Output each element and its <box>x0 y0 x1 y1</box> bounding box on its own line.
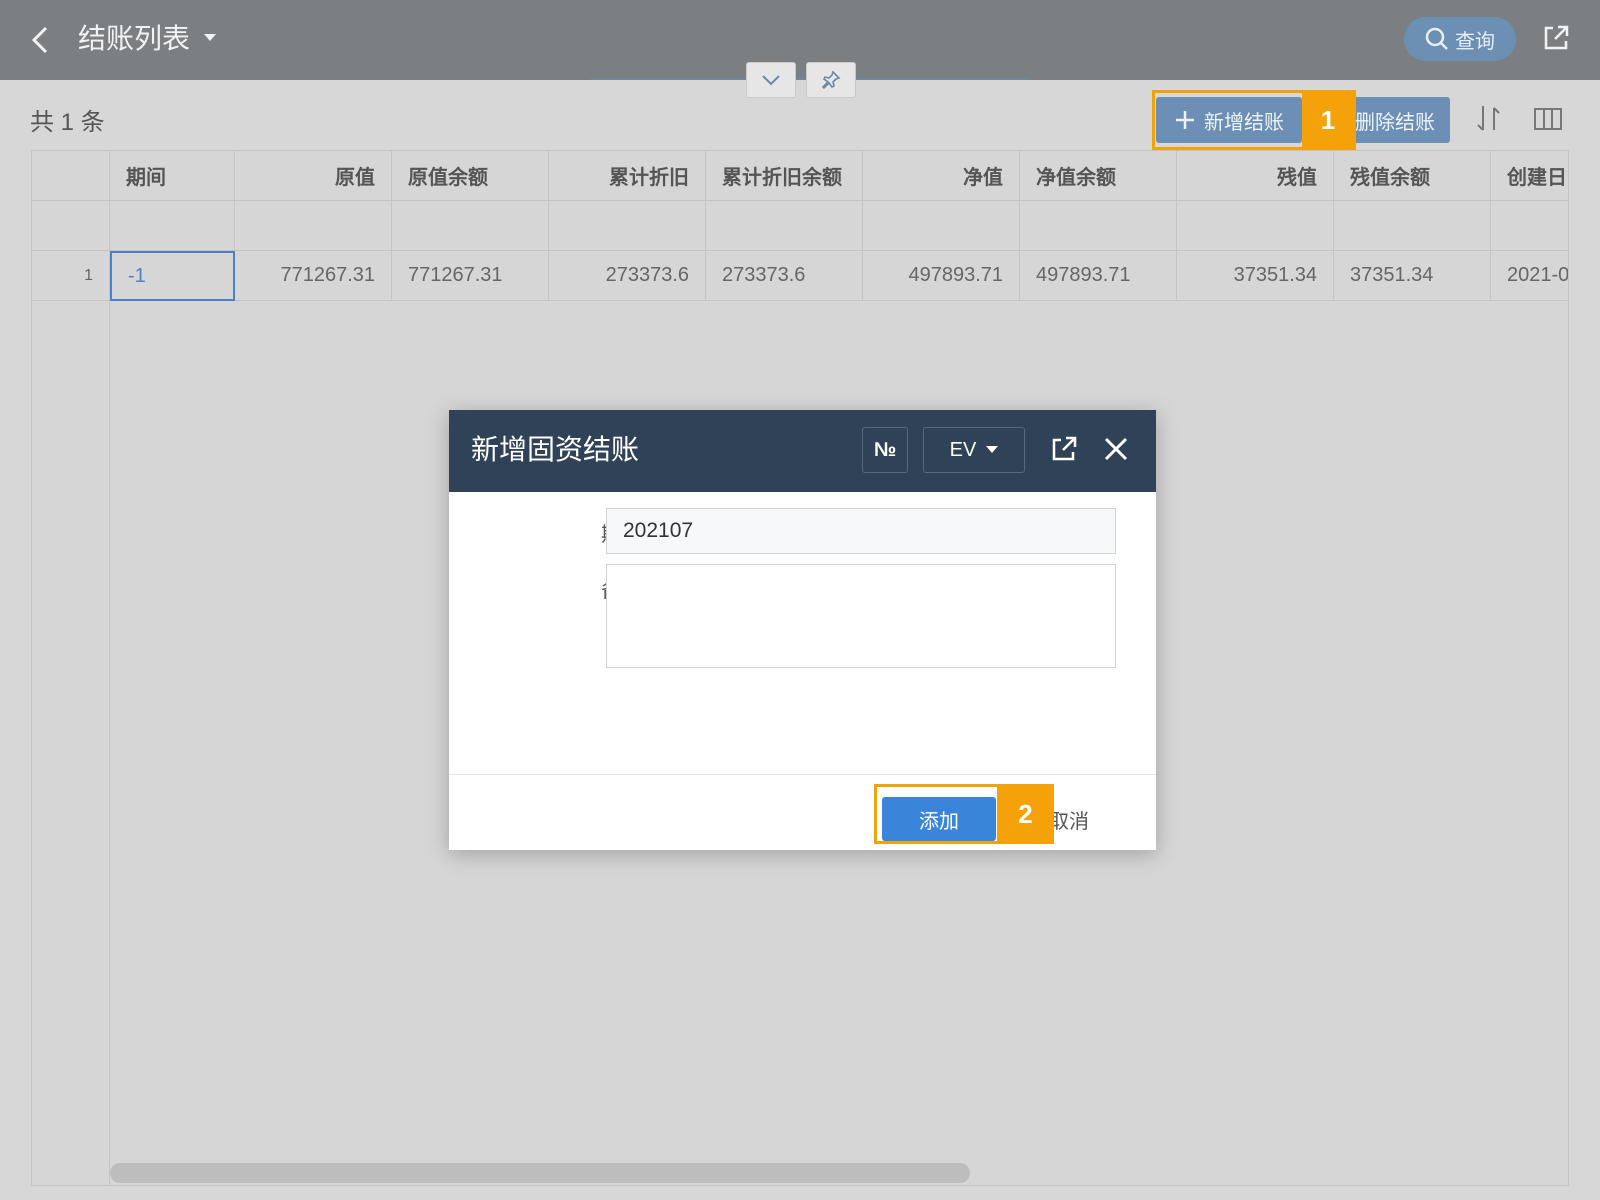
filter-cell[interactable] <box>1177 201 1334 251</box>
filter-cell[interactable] <box>863 201 1020 251</box>
table-header-row: 期间 原值 原值余额 累计折旧 累计折旧余额 净值 净值余额 残值 残值余额 创… <box>32 151 1568 201</box>
filter-row <box>32 201 1568 251</box>
delete-closing-button[interactable]: 删除结账 <box>1340 97 1450 143</box>
col-header[interactable]: 原值 <box>235 151 392 201</box>
columns-icon[interactable] <box>1532 104 1564 134</box>
filter-cell[interactable] <box>1020 201 1177 251</box>
col-header[interactable]: 原值余额 <box>392 151 549 201</box>
caret-down-icon <box>986 446 999 453</box>
table-cell[interactable]: 273373.6 <box>549 251 706 301</box>
filter-cell[interactable] <box>1334 201 1491 251</box>
pin-button[interactable] <box>806 62 856 98</box>
filter-cell[interactable] <box>110 201 235 251</box>
dialog-header: 新增固资结账 № EV <box>449 410 1156 492</box>
table-cell[interactable]: 2021-09 <box>1491 251 1568 301</box>
dialog-body: 期间 202107 备注 <box>449 492 1156 784</box>
filter-cell[interactable] <box>235 201 392 251</box>
col-header[interactable]: 期间 <box>110 151 235 201</box>
query-label: 查询 <box>1455 30 1495 53</box>
back-icon[interactable] <box>26 22 54 58</box>
filter-cell[interactable] <box>549 201 706 251</box>
col-header[interactable]: 创建日 <box>1491 151 1568 201</box>
pull-tabs <box>746 62 856 98</box>
horizontal-scrollbar[interactable] <box>110 1163 970 1183</box>
share-external-icon[interactable] <box>1540 22 1572 54</box>
table-cell[interactable]: 497893.71 <box>863 251 1020 301</box>
filter-cell[interactable] <box>392 201 549 251</box>
pin-icon <box>821 70 841 90</box>
page-title[interactable]: 结账列表 <box>78 20 190 58</box>
caret-down-icon[interactable] <box>204 34 216 41</box>
table-cell[interactable]: 273373.6 <box>706 251 863 301</box>
table-cell[interactable]: 37351.34 <box>1334 251 1491 301</box>
collapse-toggle-button[interactable] <box>746 62 796 98</box>
number-button[interactable]: № <box>862 427 908 473</box>
rownum-column <box>32 301 110 1185</box>
col-header[interactable]: 残值余额 <box>1334 151 1491 201</box>
table-row[interactable]: 1 -1 771267.31 771267.31 273373.6 273373… <box>32 251 1568 301</box>
row-number: 1 <box>32 251 110 301</box>
share-external-icon[interactable] <box>1049 434 1079 464</box>
search-icon <box>1425 27 1448 50</box>
cancel-button[interactable]: 取消 <box>1049 797 1089 841</box>
close-icon[interactable] <box>1102 435 1130 463</box>
filter-cell[interactable] <box>706 201 863 251</box>
filter-cell[interactable] <box>1491 201 1568 251</box>
table-cell[interactable]: 771267.31 <box>235 251 392 301</box>
remark-textarea[interactable] <box>606 564 1116 668</box>
ev-dropdown[interactable]: EV <box>923 427 1025 473</box>
ev-label: EV <box>949 438 977 461</box>
filter-cell <box>32 201 110 251</box>
table-cell[interactable]: -1 <box>110 251 235 301</box>
col-header[interactable]: 累计折旧 <box>549 151 706 201</box>
table-cell[interactable]: 37351.34 <box>1177 251 1334 301</box>
col-header[interactable]: 净值 <box>863 151 1020 201</box>
col-header[interactable]: 净值余额 <box>1020 151 1177 201</box>
record-count: 共 1 条 <box>30 109 105 136</box>
table-cell[interactable]: 497893.71 <box>1020 251 1177 301</box>
highlight-badge-2: 2 <box>997 784 1054 844</box>
query-button[interactable]: 查询 <box>1404 17 1516 61</box>
delete-closing-label: 删除结账 <box>1355 111 1435 134</box>
highlight-badge-1: 1 <box>1302 90 1354 150</box>
table-cell[interactable]: 771267.31 <box>392 251 549 301</box>
col-header[interactable]: 累计折旧余额 <box>706 151 863 201</box>
period-field[interactable]: 202107 <box>606 508 1116 554</box>
col-header[interactable]: 残值 <box>1177 151 1334 201</box>
dialog-title: 新增固资结账 <box>471 434 640 465</box>
sort-icon[interactable] <box>1472 102 1506 136</box>
chevron-down-icon <box>762 75 780 86</box>
rownum-header <box>32 151 110 201</box>
